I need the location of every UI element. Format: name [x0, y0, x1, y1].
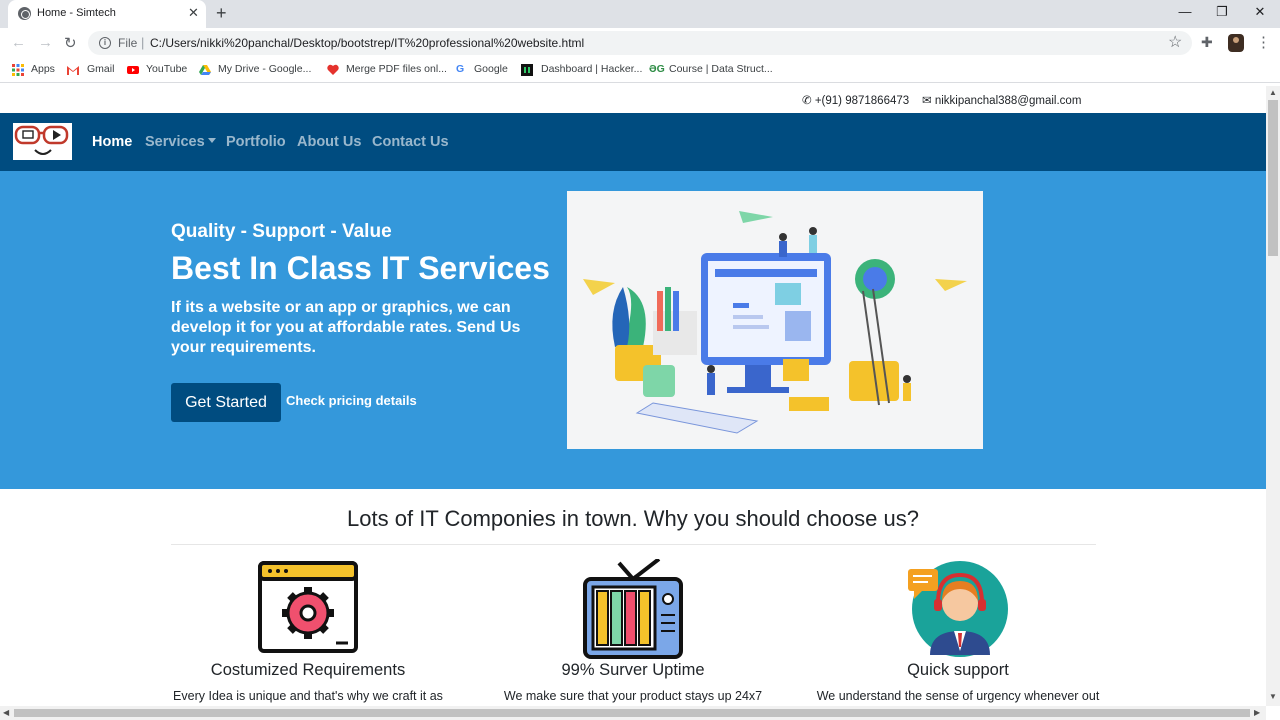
nav-portfolio[interactable]: Portfolio [226, 134, 286, 150]
url-separator: | [141, 35, 145, 50]
new-tab-button[interactable]: + [216, 3, 227, 24]
support-agent-icon [908, 561, 1008, 657]
bookmark-hackerrank[interactable]: Dashboard | Hacker... [541, 63, 642, 75]
feature-heading: 99% Surver Uptime [561, 661, 705, 679]
reload-icon[interactable]: ↻ [64, 34, 77, 52]
caret-down-icon [207, 138, 216, 143]
close-tab-icon[interactable]: ✕ [188, 5, 199, 21]
nav-services[interactable]: Services [145, 134, 216, 150]
brand-logo[interactable] [13, 123, 72, 160]
web-page: ✆ +(91) 9871866473 ✉ nikkipanchal388@gma… [0, 86, 1266, 706]
features-section: Lots of IT Componies in town. Why you sh… [0, 489, 1266, 706]
menu-icon[interactable]: ⋮ [1256, 33, 1271, 51]
forward-icon[interactable]: → [38, 34, 53, 51]
youtube-icon [127, 66, 139, 74]
feature-card: 99% Surver Uptime We make sure that your… [468, 559, 798, 706]
scroll-right-icon[interactable]: ▶ [1254, 708, 1260, 717]
bookmark-star-icon[interactable]: ☆ [1168, 32, 1182, 52]
geeksforgeeks-icon: ƏG [649, 63, 665, 75]
email-address: nikkipanchal388@gmail.com [934, 95, 1082, 107]
bookmark-youtube[interactable]: YouTube [146, 63, 187, 75]
envelope-icon: ✉ [922, 95, 932, 107]
nav-contact-us[interactable]: Contact Us [372, 134, 449, 150]
bookmark-google[interactable]: Google [474, 63, 508, 75]
heart-icon [327, 64, 339, 75]
address-bar-row: ← → ↻ i File | C:/Users/nikki%20panchal/… [0, 28, 1280, 58]
get-started-button[interactable]: Get Started [171, 383, 281, 422]
phone-number: +(91) 9871866473 [814, 95, 910, 107]
file-label: File [118, 36, 138, 50]
google-icon: G [456, 63, 465, 75]
scroll-down-icon[interactable]: ▼ [1269, 692, 1277, 701]
minimize-button[interactable]: — [1172, 4, 1198, 22]
gmail-icon [67, 66, 79, 75]
info-icon[interactable]: i [99, 37, 111, 49]
phone-icon: ✆ [802, 95, 812, 107]
nav-services-label: Services [145, 134, 205, 150]
hackerrank-icon [521, 64, 533, 76]
top-info-bar: ✆ +(91) 9871866473 ✉ nikkipanchal388@gma… [0, 86, 1266, 113]
hero-illustration [567, 191, 983, 449]
close-window-button[interactable]: ✕ [1247, 4, 1273, 22]
vertical-scrollbar[interactable]: ▲ ▼ [1266, 86, 1280, 706]
tab-title: Home - Simtech [37, 7, 116, 19]
scroll-left-icon[interactable]: ◀ [3, 708, 9, 717]
nav-home[interactable]: Home [92, 134, 132, 150]
features-title: Lots of IT Componies in town. Why you sh… [347, 506, 919, 531]
bookmarks-bar: Apps Gmail YouTube My Drive - Google... … [0, 58, 1280, 83]
feature-card: Quick support We understand the sense of… [793, 559, 1123, 706]
hero-tagline: Quality - Support - Value [171, 221, 392, 242]
globe-icon [18, 7, 31, 20]
extensions-icon[interactable]: ✚ [1201, 34, 1213, 51]
horizontal-scrollbar[interactable]: ◀ ▶ [0, 706, 1266, 720]
bookmark-apps[interactable]: Apps [31, 63, 55, 75]
bookmark-merge-pdf[interactable]: Merge PDF files onl... [346, 63, 447, 75]
bookmark-course[interactable]: Course | Data Struct... [669, 63, 773, 75]
google-drive-icon [199, 65, 211, 75]
feature-text: We make sure that your product stays up … [503, 689, 763, 703]
hero-headline: Best In Class IT Services [171, 250, 550, 286]
scroll-thumb[interactable] [1268, 100, 1278, 256]
tv-icon [583, 559, 683, 659]
phone-contact: ✆ +(91) 9871866473 [802, 93, 909, 107]
divider [171, 544, 1096, 545]
apps-grid-icon [12, 64, 24, 76]
omnibox[interactable]: i File | C:/Users/nikki%20panchal/Deskto… [88, 31, 1192, 55]
back-icon[interactable]: ← [11, 34, 26, 51]
maximize-button[interactable]: ❐ [1209, 4, 1235, 22]
scroll-thumb[interactable] [14, 709, 1250, 717]
hero-description: If its a website or an app or graphics, … [171, 299, 521, 356]
nav-about-us[interactable]: About Us [297, 134, 361, 150]
hero-section: Quality - Support - Value Best In Class … [0, 171, 1266, 489]
feature-heading: Costumized Requirements [210, 661, 406, 679]
email-contact: ✉ nikkipanchal388@gmail.com [922, 93, 1081, 107]
glasses-logo-icon [14, 125, 69, 155]
feature-text: Every Idea is unique and that's why we c… [173, 689, 443, 703]
check-pricing-link[interactable]: Check pricing details [286, 393, 417, 408]
browser-tab-bar: Home - Simtech ✕ + — ❐ ✕ [0, 0, 1280, 28]
url-text[interactable]: C:/Users/nikki%20panchal/Desktop/bootstr… [150, 36, 584, 50]
feature-text: We understand the sense of urgency whene… [816, 689, 1100, 703]
navbar: Home Services Portfolio About Us Contact… [0, 113, 1266, 171]
browser-tab[interactable]: Home - Simtech ✕ [8, 0, 206, 28]
feature-card: Costumized Requirements Every Idea is un… [143, 559, 473, 706]
feature-heading: Quick support [907, 661, 1009, 679]
profile-avatar[interactable] [1228, 34, 1244, 52]
bookmark-drive[interactable]: My Drive - Google... [218, 63, 311, 75]
bookmark-gmail[interactable]: Gmail [87, 63, 114, 75]
scroll-up-icon[interactable]: ▲ [1269, 88, 1277, 97]
gear-window-icon [258, 561, 358, 653]
